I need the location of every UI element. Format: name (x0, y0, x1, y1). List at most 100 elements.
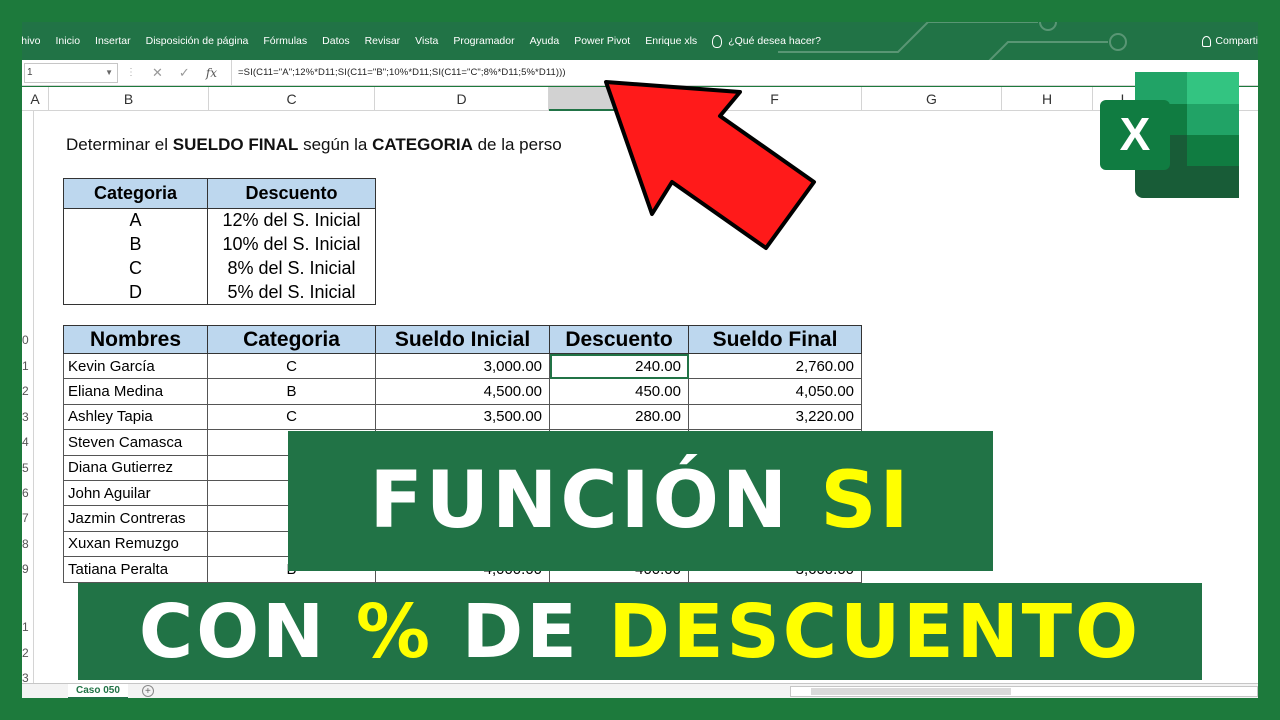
row-header[interactable]: 6 (22, 486, 33, 500)
table-header[interactable]: Descuento (207, 178, 376, 209)
table-cell[interactable]: 12% del S. Inicial (207, 208, 376, 233)
table-header[interactable]: Sueldo Inicial (375, 325, 550, 354)
banner-line-1: FUNCIÓN SI (369, 456, 911, 546)
table-row: D 5% del S. Inicial (63, 280, 376, 305)
row-header[interactable]: 4 (22, 435, 33, 449)
check-icon[interactable]: ✓ (179, 65, 190, 81)
heading-text-3: de la perso (472, 135, 562, 154)
table-row: A 12% del S. Inicial (63, 208, 376, 233)
table-cell[interactable]: C (207, 352, 376, 380)
row-header[interactable]: 1 (22, 620, 33, 634)
table-cell[interactable]: 4,050.00 (688, 378, 862, 405)
ribbon-tab[interactable]: Ayuda (530, 35, 560, 47)
horizontal-scrollbar[interactable] (790, 686, 1258, 697)
share-label: Comparti (1215, 35, 1258, 47)
table-cell[interactable]: 10% del S. Inicial (207, 232, 376, 257)
column-header[interactable]: H (1002, 87, 1093, 111)
chevron-down-icon[interactable]: ▼ (105, 68, 113, 77)
row-header[interactable]: 2 (22, 646, 33, 660)
cancel-icon[interactable]: ✕ (152, 65, 163, 81)
ribbon-tab[interactable]: Revisar (365, 35, 401, 47)
table-cell[interactable]: Eliana Medina (63, 378, 208, 405)
column-header[interactable]: D (375, 87, 549, 111)
heading-bold-2: CATEGORIA (372, 135, 473, 154)
table-cell[interactable]: Steven Camasca (63, 429, 208, 456)
sheet-tab[interactable]: Caso 050 (68, 683, 128, 699)
table-cell[interactable]: 450.00 (549, 378, 689, 405)
formula-input[interactable]: =SI(C11="A";12%*D11;SI(C11="B";10%*D11;S… (231, 59, 566, 86)
ribbon-tab[interactable]: Fórmulas (263, 35, 307, 47)
table-row: C 8% del S. Inicial (63, 256, 376, 281)
column-header[interactable]: B (49, 87, 209, 111)
table-cell[interactable]: John Aguilar (63, 479, 208, 507)
row-header[interactable]: 3 (22, 410, 33, 424)
table-header[interactable]: Categoria (63, 178, 208, 209)
table-cell[interactable]: Diana Gutierrez (63, 454, 208, 481)
table-cell[interactable]: Ashley Tapia (63, 403, 208, 431)
table-header[interactable]: Sueldo Final (688, 325, 862, 354)
row-header[interactable]: 3 (22, 671, 33, 683)
table-row: Kevin García C 3,000.00 240.00 2,760.00 (63, 352, 862, 380)
row-header[interactable]: 2 (22, 384, 33, 398)
table-cell[interactable]: 240.00 (549, 352, 689, 380)
column-header[interactable]: A (22, 87, 49, 111)
table-cell[interactable]: 4,500.00 (375, 378, 550, 405)
insert-function-icon[interactable]: fx (206, 66, 217, 80)
table-cell[interactable]: C (63, 256, 208, 281)
banner-text: CON (138, 588, 356, 675)
table-cell[interactable]: 3,000.00 (375, 352, 550, 380)
banner-highlight: SI (820, 456, 912, 546)
table-cell[interactable]: A (63, 208, 208, 233)
ribbon-tab[interactable]: Enrique xls (645, 35, 697, 47)
ribbon-tab[interactable]: Programador (453, 35, 514, 47)
ribbon-tab[interactable]: chivo (22, 35, 41, 47)
category-table: Categoria Descuento A 12% del S. Inicial B 1… (63, 178, 376, 305)
table-cell[interactable]: B (207, 378, 376, 405)
column-header[interactable]: C (209, 87, 375, 111)
tell-me-label: ¿Qué desea hacer? (728, 35, 821, 47)
table-cell[interactable]: D (63, 280, 208, 305)
add-sheet-icon[interactable]: + (141, 685, 154, 697)
sheet-tabs-bar: Caso 050 + (22, 683, 1258, 699)
name-box-value: 1 (27, 67, 33, 78)
lightbulb-icon (712, 34, 723, 48)
row-header[interactable]: 1 (22, 359, 33, 373)
row-header[interactable]: 5 (22, 461, 33, 475)
row-header[interactable]: 8 (22, 537, 33, 551)
ribbon-tab[interactable]: Inicio (56, 35, 81, 47)
table-cell[interactable]: Xuxan Remuzgo (63, 530, 208, 558)
table-cell[interactable]: C (207, 403, 376, 431)
table-cell[interactable]: 280.00 (549, 403, 689, 431)
ribbon-tabs: chivo Inicio Insertar Disposición de página… (22, 22, 836, 60)
table-cell[interactable]: Kevin García (63, 352, 208, 380)
heading-text: Determinar el (66, 135, 173, 154)
banner-text: DE (433, 588, 609, 675)
table-cell[interactable]: 2,760.00 (688, 352, 862, 380)
tell-me-search[interactable]: ¿Qué desea hacer? (712, 34, 821, 48)
table-cell[interactable]: Jazmin Contreras (63, 505, 208, 532)
name-box[interactable]: 1 ▼ (24, 62, 118, 83)
scroll-thumb[interactable] (811, 688, 1011, 695)
ribbon-tab[interactable]: Power Pivot (574, 35, 630, 47)
share-button[interactable]: Comparti (1202, 22, 1258, 60)
kebab-icon: ⋮ (126, 67, 136, 78)
table-header[interactable]: Descuento (549, 325, 689, 354)
table-cell[interactable]: B (63, 232, 208, 257)
ribbon-tab[interactable]: Disposición de página (146, 35, 249, 47)
table-cell[interactable]: 8% del S. Inicial (207, 256, 376, 281)
row-header[interactable]: 7 (22, 511, 33, 525)
table-header[interactable]: Nombres (63, 325, 208, 354)
column-header[interactable]: G (862, 87, 1002, 111)
table-header[interactable]: Categoria (207, 325, 376, 354)
banner-text: FUNCIÓN (369, 456, 821, 546)
table-cell[interactable]: Tatiana Peralta (63, 556, 208, 583)
heading-bold-1: SUELDO FINAL (172, 135, 299, 154)
ribbon-tab[interactable]: Insertar (95, 35, 131, 47)
row-header[interactable]: 9 (22, 562, 33, 576)
table-cell[interactable]: 3,220.00 (688, 403, 862, 431)
row-header[interactable]: 0 (22, 333, 33, 347)
table-cell[interactable]: 3,500.00 (375, 403, 550, 431)
table-cell[interactable]: 5% del S. Inicial (207, 280, 376, 305)
ribbon-tab[interactable]: Vista (415, 35, 438, 47)
ribbon-tab[interactable]: Datos (322, 35, 349, 47)
